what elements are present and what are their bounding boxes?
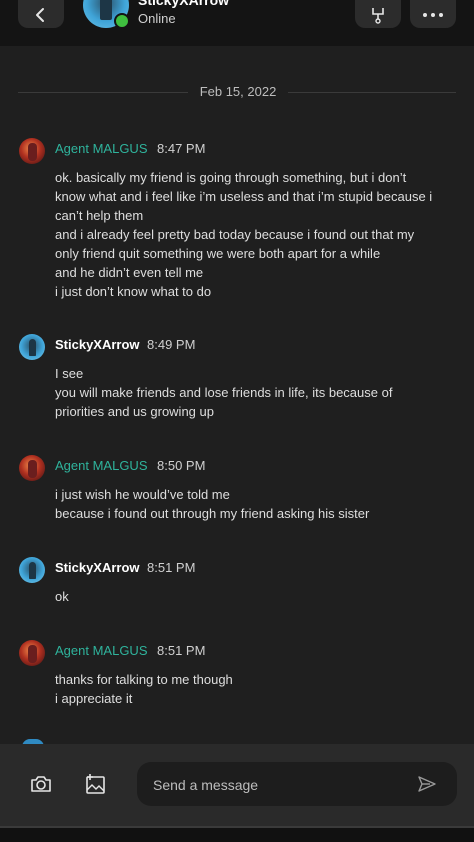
date-separator: Feb 15, 2022 xyxy=(18,82,456,102)
message-composer xyxy=(137,762,457,808)
contact-status: Online xyxy=(138,11,176,26)
send-icon xyxy=(418,776,436,792)
message-time: 8:51 PM xyxy=(157,643,206,658)
message-body: ok xyxy=(55,587,465,606)
contact-name[interactable]: StickyXArrow xyxy=(138,0,229,8)
back-button[interactable] xyxy=(18,0,64,28)
add-image-icon xyxy=(86,774,105,794)
bottom-edge xyxy=(0,826,474,842)
message-line: priorities and us growing up xyxy=(55,404,214,419)
message-time: 8:47 PM xyxy=(157,141,206,156)
online-status-dot xyxy=(114,13,130,29)
message-body: i just wish he would’ve told me because … xyxy=(55,485,465,523)
sender-name[interactable]: Agent MALGUS xyxy=(55,458,148,473)
message-line: know what and i feel like i’m useless an… xyxy=(55,189,433,204)
message-line: I see xyxy=(55,366,84,381)
message-line: and i already feel pretty bad today beca… xyxy=(55,227,415,242)
message-time: 8:50 PM xyxy=(157,458,206,473)
date-label: Feb 15, 2022 xyxy=(199,84,277,99)
send-button[interactable] xyxy=(414,771,440,797)
message-line: i just wish he would’ve told me xyxy=(55,487,230,502)
hub-icon xyxy=(372,8,384,24)
message-time: 8:49 PM xyxy=(147,337,196,352)
more-options-button[interactable] xyxy=(410,0,456,28)
sender-name[interactable]: StickyXArrow xyxy=(55,337,140,352)
message-body: I see you will make friends and lose fri… xyxy=(55,364,465,421)
message-line: and he didn’t even tell me xyxy=(55,265,204,280)
message-line: only friend quit something we were both … xyxy=(55,246,381,261)
message-body: ok. basically my friend is going through… xyxy=(55,168,465,301)
message-input[interactable] xyxy=(151,762,405,808)
message-line: thanks for talking to me though xyxy=(55,672,233,687)
message-line: i just don’t know what to do xyxy=(55,284,212,299)
camera-icon xyxy=(31,776,51,792)
chevron-left-icon xyxy=(36,8,44,22)
sender-avatar[interactable] xyxy=(19,334,45,360)
sender-avatar[interactable] xyxy=(19,640,45,666)
sender-avatar[interactable] xyxy=(19,138,45,164)
message-line: ok. basically my friend is going through… xyxy=(55,170,407,185)
message-line: because i found out through my friend as… xyxy=(55,506,370,521)
message-line: you will make friends and lose friends i… xyxy=(55,385,393,400)
more-horizontal-icon xyxy=(423,13,443,17)
top-bar xyxy=(0,0,474,46)
message-time: 8:51 PM xyxy=(147,560,196,575)
hub-button[interactable] xyxy=(355,0,401,28)
divider-line xyxy=(18,92,188,93)
message-line: can’t help them xyxy=(55,208,144,223)
message-body: thanks for talking to me though i apprec… xyxy=(55,670,465,708)
divider-line xyxy=(288,92,456,93)
sender-name[interactable]: StickyXArrow xyxy=(55,560,140,575)
message-line: i appreciate it xyxy=(55,691,133,706)
message-line: ok xyxy=(55,589,69,604)
sender-name[interactable]: Agent MALGUS xyxy=(55,141,148,156)
sender-avatar[interactable] xyxy=(19,557,45,583)
camera-button[interactable] xyxy=(26,769,56,799)
add-image-button[interactable] xyxy=(81,769,111,799)
sender-avatar[interactable] xyxy=(19,455,45,481)
sender-name[interactable]: Agent MALGUS xyxy=(55,643,148,658)
